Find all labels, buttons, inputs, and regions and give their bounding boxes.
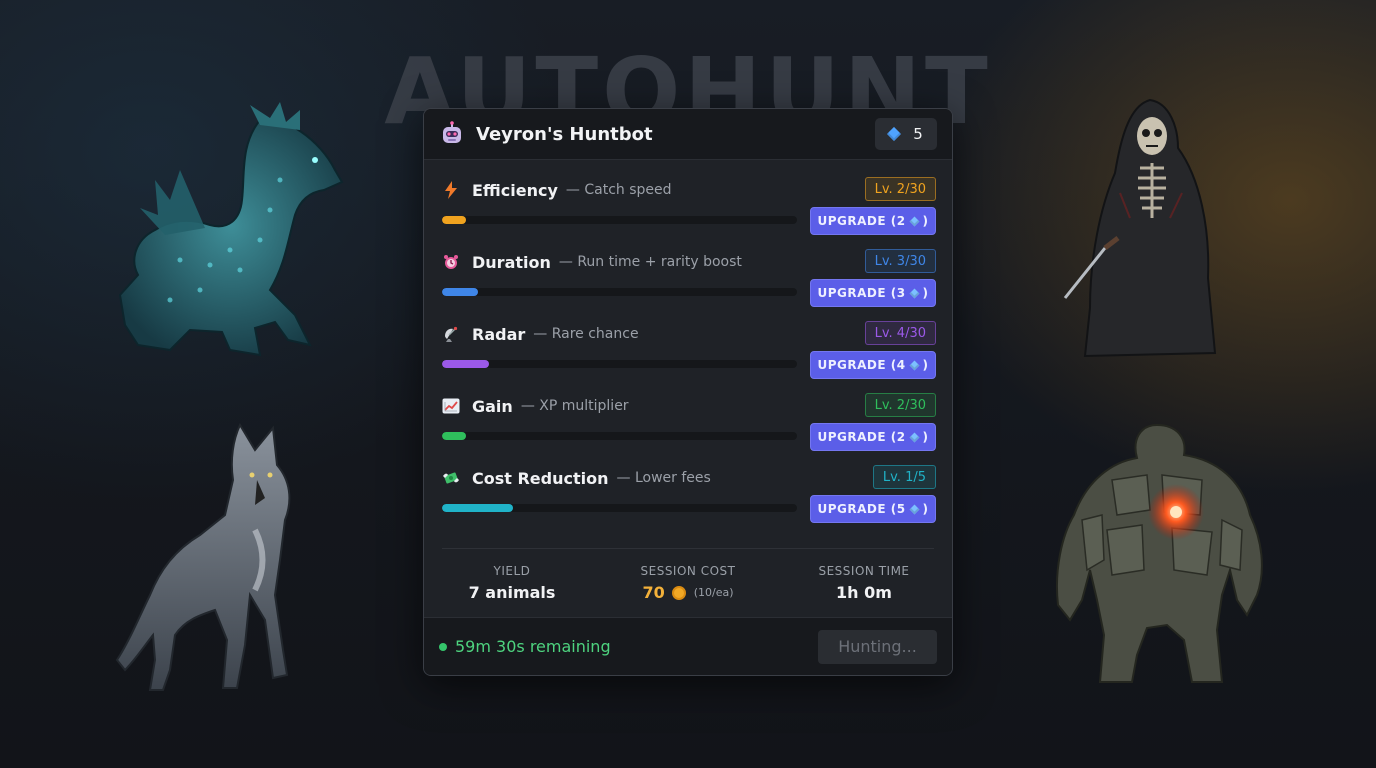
- level-badge: Lv. 1/5: [872, 465, 936, 489]
- alarm-clock-icon: [442, 253, 460, 271]
- upgrade-row-radar: Radar — Rare chance Lv. 4/30 UPGRADE (4 …: [442, 321, 936, 383]
- session-cost-row: 70 (10/ea): [642, 583, 733, 602]
- upgrade-label-end: ): [922, 430, 929, 444]
- upgrade-label: UPGRADE (5: [817, 502, 906, 516]
- huntbot-panel: Veyron's Huntbot 5 Efficiency — Catch sp…: [423, 108, 953, 676]
- stat-name: Duration: [472, 252, 551, 272]
- summary-divider: [442, 548, 934, 549]
- upgrade-button[interactable]: UPGRADE (2 ): [810, 207, 936, 235]
- session-time-label: SESSION TIME: [818, 564, 910, 578]
- upgrade-button[interactable]: UPGRADE (2 ): [810, 423, 936, 451]
- upgrade-label: UPGRADE (3: [817, 286, 906, 300]
- remaining-time: 59m 30s remaining: [455, 637, 611, 656]
- panel-footer: 59m 30s remaining Hunting...: [424, 617, 952, 675]
- upgrade-label: UPGRADE (4: [817, 358, 906, 372]
- upgrade-row-duration: Duration — Run time + rarity boost Lv. 3…: [442, 249, 936, 311]
- progress-track: [442, 504, 797, 512]
- robot-icon: [439, 121, 465, 147]
- upgrade-button[interactable]: UPGRADE (3 ): [810, 279, 936, 307]
- level-badge: Lv. 3/30: [864, 249, 936, 273]
- upgrade-label-end: ): [922, 214, 929, 228]
- progress-fill: [442, 360, 490, 368]
- stat-description: — Run time + rarity boost: [558, 254, 742, 270]
- progress-track: [442, 432, 797, 440]
- lightning-icon: [442, 181, 460, 199]
- level-badge: Lv. 4/30: [864, 321, 936, 345]
- stat-header: Duration — Run time + rarity boost: [442, 249, 742, 275]
- dragon-creature: [110, 100, 350, 360]
- progress-track: [442, 360, 797, 368]
- gem-icon: [909, 432, 919, 442]
- progress-fill: [442, 504, 513, 512]
- upgrade-label-end: ): [922, 358, 929, 372]
- yield-value: 7 animals: [468, 583, 556, 602]
- upgrade-button[interactable]: UPGRADE (4 ): [810, 351, 936, 379]
- session-cost-rate: (10/ea): [693, 586, 734, 599]
- upgrade-label: UPGRADE (2: [817, 214, 906, 228]
- stat-name: Efficiency: [472, 180, 558, 200]
- progress-track: [442, 216, 797, 224]
- session-cost-stat: SESSION COST 70 (10/ea): [600, 561, 776, 621]
- upgrade-row-gain: Gain — XP multiplier Lv. 2/30 UPGRADE (2…: [442, 393, 936, 455]
- upgrade-row-cost-reduction: Cost Reduction — Lower fees Lv. 1/5 UPGR…: [442, 465, 936, 527]
- status-dot-icon: [439, 642, 447, 651]
- upgrade-label: UPGRADE (2: [817, 430, 906, 444]
- stat-description: — Catch speed: [565, 182, 672, 198]
- yield-label: YIELD: [493, 564, 531, 578]
- upgrade-button[interactable]: UPGRADE (5 ): [810, 495, 936, 523]
- upgrade-row-efficiency: Efficiency — Catch speed Lv. 2/30 UPGRAD…: [442, 177, 936, 239]
- stat-description: — XP multiplier: [520, 398, 629, 414]
- session-cost-label: SESSION COST: [640, 564, 736, 578]
- gem-icon: [909, 216, 919, 226]
- yield-stat: YIELD 7 animals: [424, 561, 600, 621]
- upgrade-label-end: ): [922, 286, 929, 300]
- stat-name: Radar: [472, 324, 526, 344]
- gem-icon: [909, 360, 919, 370]
- stat-header: Cost Reduction — Lower fees: [442, 465, 711, 491]
- progress-track: [442, 288, 797, 296]
- satellite-dish-icon: [442, 325, 460, 343]
- chart-up-icon: [442, 397, 460, 415]
- stat-name: Gain: [472, 396, 513, 416]
- level-badge: Lv. 2/30: [864, 393, 936, 417]
- level-badge: Lv. 2/30: [864, 177, 936, 201]
- coin-icon: [671, 585, 686, 600]
- stat-header: Radar — Rare chance: [442, 321, 639, 347]
- stat-header: Gain — XP multiplier: [442, 393, 629, 419]
- session-time-stat: SESSION TIME 1h 0m: [776, 561, 952, 621]
- gem-count: 5: [913, 125, 923, 143]
- progress-fill: [442, 216, 466, 224]
- session-time-value: 1h 0m: [836, 583, 892, 602]
- gem-balance: 5: [875, 118, 937, 150]
- golem-creature: [1052, 420, 1267, 688]
- stat-header: Efficiency — Catch speed: [442, 177, 672, 203]
- upgrade-label-end: ): [922, 502, 929, 516]
- gem-icon: [909, 504, 919, 514]
- panel-header: Veyron's Huntbot 5: [424, 109, 952, 160]
- progress-fill: [442, 432, 466, 440]
- money-wings-icon: [442, 469, 460, 487]
- gem-icon: [887, 126, 902, 142]
- reaper-creature: [1060, 98, 1225, 360]
- panel-title: Veyron's Huntbot: [476, 123, 653, 145]
- hunting-button[interactable]: Hunting...: [818, 629, 937, 664]
- stat-name: Cost Reduction: [472, 468, 609, 488]
- stat-description: — Lower fees: [616, 470, 711, 486]
- progress-fill: [442, 288, 478, 296]
- session-cost-value: 70: [642, 583, 665, 602]
- session-summary: YIELD 7 animals SESSION COST 70 (10/ea) …: [424, 561, 952, 621]
- wolf-creature: [115, 420, 310, 695]
- stat-description: — Rare chance: [533, 326, 639, 342]
- gem-icon: [909, 288, 919, 298]
